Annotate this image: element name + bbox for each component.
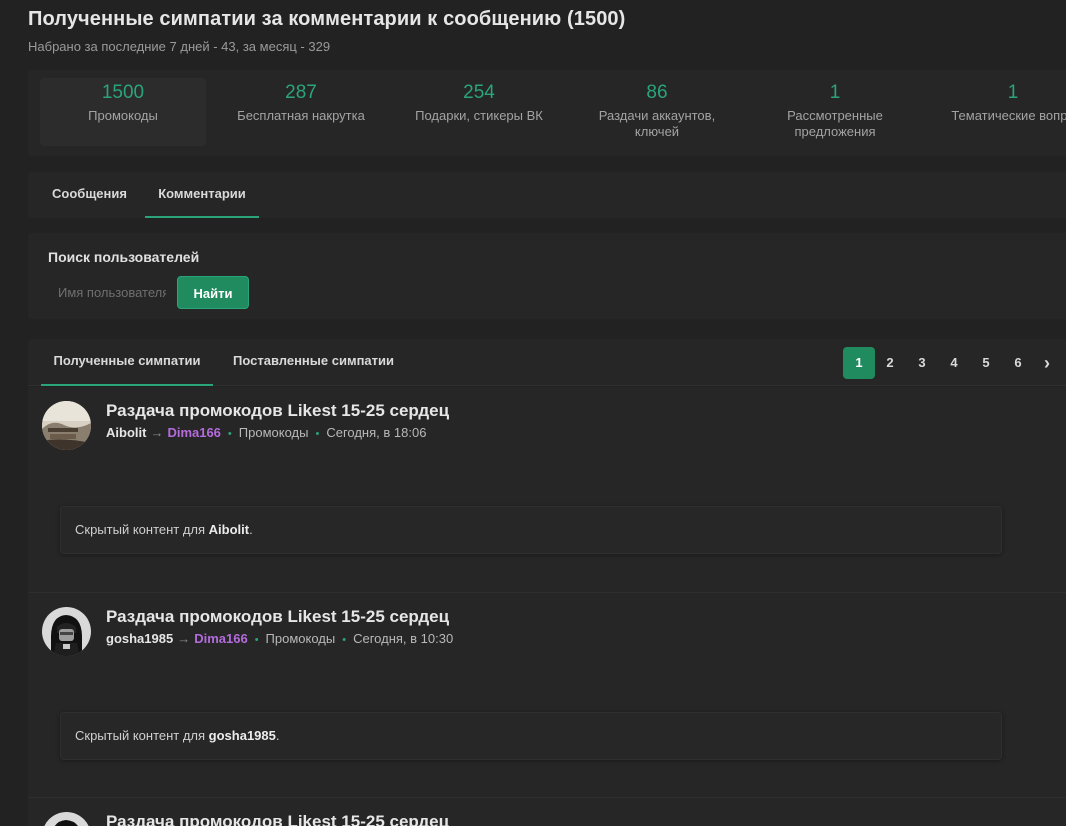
stat-label: Тематические вопро	[951, 108, 1066, 123]
list-item: Раздача промокодов Likest 15-25 сердец g…	[28, 592, 1066, 797]
page-3-button[interactable]: 3	[907, 347, 937, 379]
page-title: Полученные симпатии за комментарии к соо…	[28, 8, 626, 30]
tab-given-likes[interactable]: Поставленные симпатии	[223, 339, 404, 386]
tab-messages[interactable]: Сообщения	[42, 172, 137, 218]
hidden-content-box: Скрытый контент для gosha1985.	[60, 712, 1002, 760]
user-search-block: Поиск пользователей Найти	[28, 233, 1066, 319]
page-6-button[interactable]: 6	[1003, 347, 1033, 379]
section-name[interactable]: Промокоды	[239, 425, 309, 440]
separator-dot-icon: •	[254, 634, 259, 646]
recipient-username[interactable]: Dima166	[167, 425, 220, 440]
item-meta: Aibolit → Dima166 • Промокоды • Сегодня, в 18:…	[106, 425, 426, 440]
separator-dot-icon: •	[342, 634, 347, 646]
username-search-input[interactable]	[48, 276, 166, 309]
avatar-image	[42, 812, 91, 826]
stat-count: 1	[1007, 82, 1019, 103]
stat-label: Рассмотренные предложения	[787, 108, 883, 139]
item-title[interactable]: Раздача промокодов Likest 15-25 сердец	[106, 812, 449, 826]
stat-thematic-questions[interactable]: 1 Тематические вопро	[930, 78, 1066, 146]
arrow-right-icon: →	[150, 425, 164, 440]
item-meta: gosha1985 → Dima166 • Промокоды • Сегодня, в 1…	[106, 631, 453, 646]
timestamp: Сегодня, в 10:30	[353, 631, 454, 646]
stat-count: 287	[285, 82, 317, 103]
page-1-button[interactable]: 1	[843, 347, 875, 379]
hidden-content-suffix: .	[275, 728, 280, 743]
page-2-button[interactable]: 2	[875, 347, 905, 379]
likes-feed: Раздача промокодов Likest 15-25 сердец A…	[28, 387, 1066, 826]
item-title[interactable]: Раздача промокодов Likest 15-25 сердец	[106, 401, 449, 421]
stat-label: Подарки, стикеры ВК	[415, 108, 543, 123]
hidden-content-username: Aibolit	[208, 522, 250, 537]
stat-promocodes[interactable]: 1500 Промокоды	[40, 78, 206, 146]
stat-vk-gifts[interactable]: 254 Подарки, стикеры ВК	[396, 78, 562, 146]
stat-reviewed-proposals[interactable]: 1 Рассмотренные предложения	[752, 78, 918, 146]
content-type-tabs: Сообщения Комментарии	[28, 172, 1066, 218]
stat-label: Промокоды	[88, 108, 158, 123]
category-stats-bar: 1500 Промокоды 287 Бесплатная накрутка 2…	[28, 70, 1066, 156]
page-subtitle: Набрано за последние 7 дней - 43, за мес…	[28, 39, 331, 54]
avatar[interactable]	[42, 401, 91, 450]
timestamp: Сегодня, в 18:06	[326, 425, 427, 440]
avatar[interactable]	[42, 607, 91, 656]
section-name[interactable]: Промокоды	[266, 631, 336, 646]
hidden-content-text: Скрытый контент для	[75, 522, 209, 537]
stat-count: 254	[463, 82, 495, 103]
search-title: Поиск пользователей	[48, 249, 200, 265]
stat-count: 1	[829, 82, 841, 103]
search-button[interactable]: Найти	[177, 276, 249, 309]
page: Полученные симпатии за комментарии к соо…	[0, 0, 1066, 826]
page-5-button[interactable]: 5	[971, 347, 1001, 379]
separator-dot-icon: •	[315, 428, 320, 440]
liker-username[interactable]: Aibolit	[106, 425, 146, 440]
next-page-button[interactable]: ›	[1035, 347, 1059, 379]
stat-label: Бесплатная накрутка	[237, 108, 365, 123]
hidden-content-text: Скрытый контент для	[75, 728, 209, 743]
liker-username[interactable]: gosha1985	[106, 631, 173, 646]
stat-free-boost[interactable]: 287 Бесплатная накрутка	[218, 78, 384, 146]
hidden-content-suffix: .	[249, 522, 253, 537]
list-item: Раздача промокодов Likest 15-25 сердец A…	[28, 387, 1066, 592]
avatar-image	[42, 607, 91, 656]
separator-dot-icon: •	[227, 428, 232, 440]
list-item: Раздача промокодов Likest 15-25 сердец	[28, 797, 1066, 826]
arrow-right-icon: →	[177, 631, 191, 646]
chevron-right-icon: ›	[1044, 353, 1050, 373]
stat-account-giveaways[interactable]: 86 Раздачи аккаунтов, ключей	[574, 78, 740, 146]
recipient-username[interactable]: Dima166	[194, 631, 247, 646]
item-title[interactable]: Раздача промокодов Likest 15-25 сердец	[106, 607, 449, 627]
hidden-content-username: gosha1985	[208, 728, 276, 743]
stat-label: Раздачи аккаунтов, ключей	[598, 108, 716, 139]
tab-received-likes[interactable]: Полученные симпатии	[41, 339, 213, 386]
hidden-content-box: Скрытый контент для Aibolit.	[60, 506, 1002, 554]
stat-count: 86	[646, 82, 668, 103]
stat-count: 1500	[101, 82, 145, 103]
avatar-image	[42, 401, 91, 450]
page-4-button[interactable]: 4	[939, 347, 969, 379]
likes-tabs: Полученные симпатии Поставленные симпати…	[28, 339, 1066, 386]
tab-comments[interactable]: Комментарии	[145, 172, 259, 218]
avatar[interactable]	[42, 812, 91, 826]
